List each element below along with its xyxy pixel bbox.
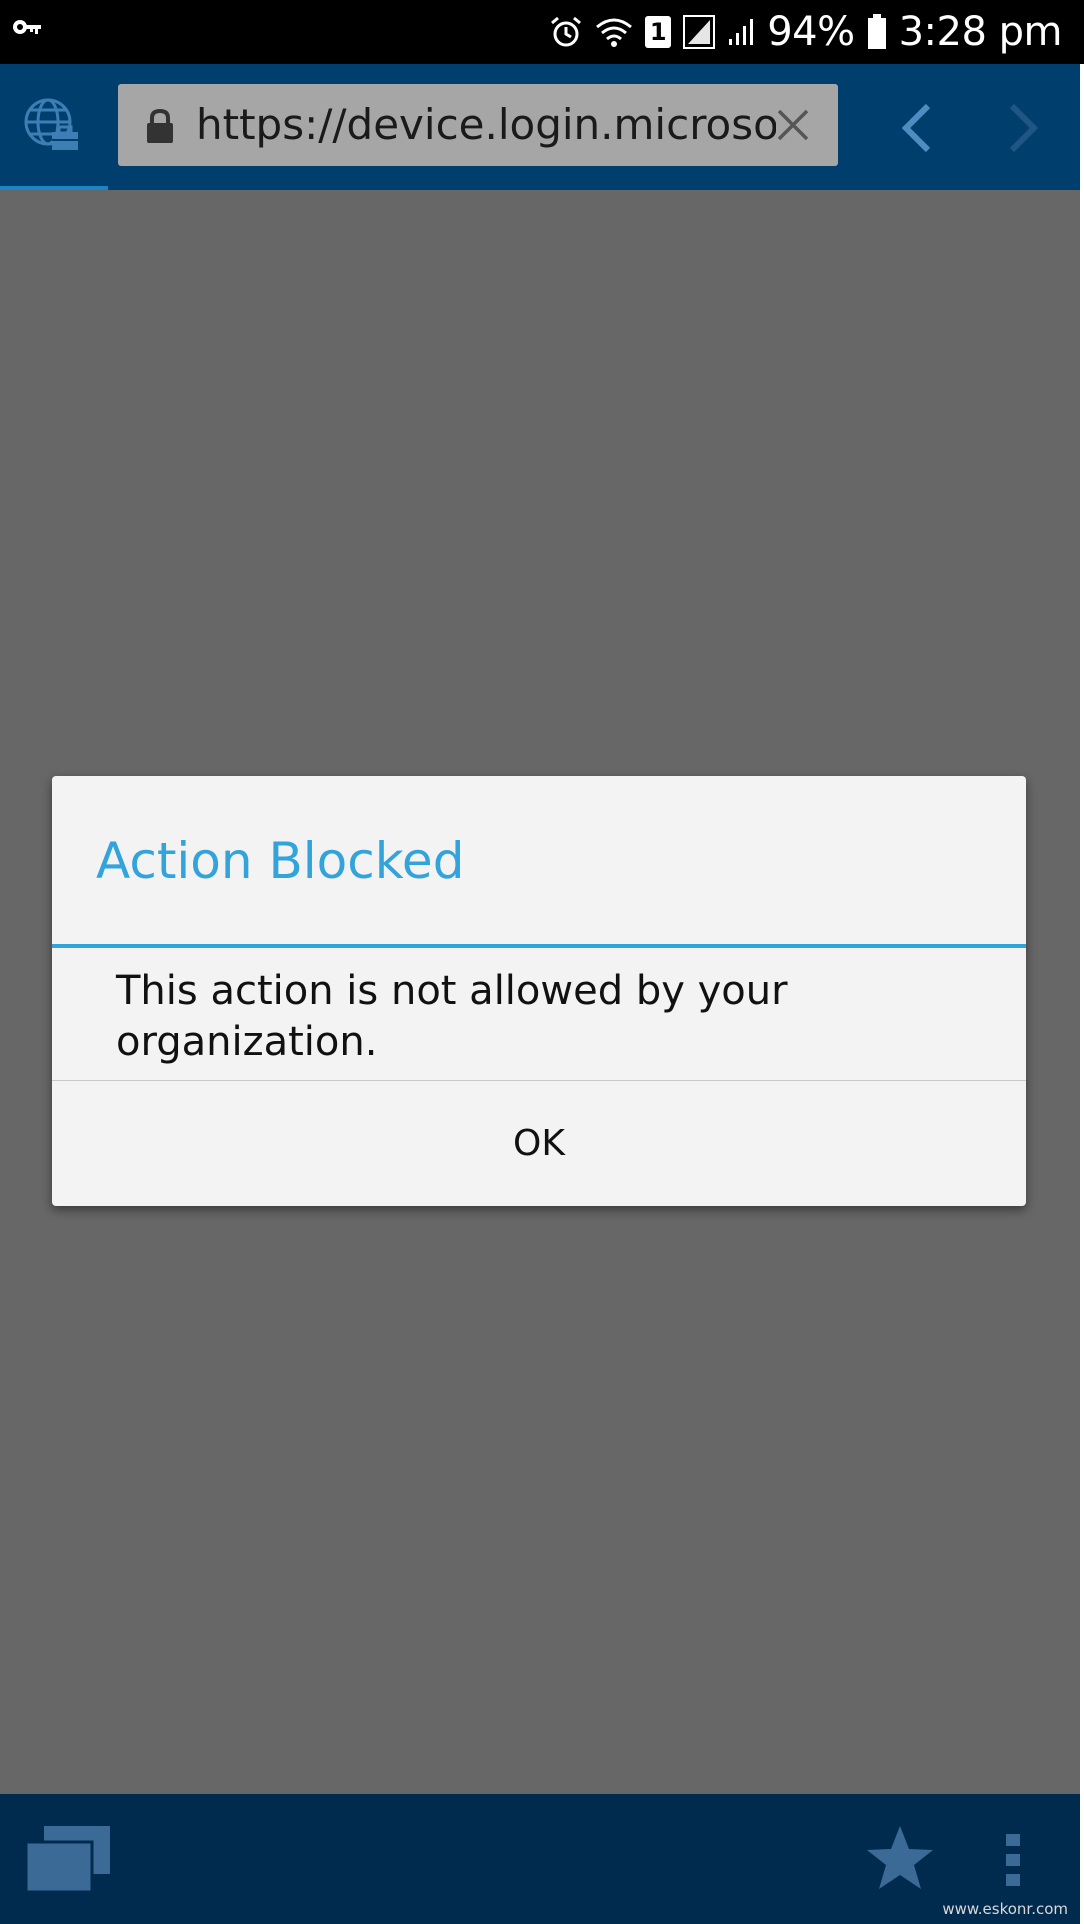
star-icon[interactable]: [864, 1822, 936, 1898]
alarm-icon: [549, 15, 583, 49]
forward-arrow-icon[interactable]: [1006, 102, 1042, 158]
sim-icon: 1: [645, 16, 672, 48]
dialog-message: This action is not allowed by your organ…: [116, 968, 788, 1065]
battery-percent: 94%: [767, 9, 855, 55]
battery-icon: [867, 14, 887, 50]
signal-icon: [727, 17, 755, 47]
lock-icon: [144, 108, 176, 148]
browser-toolbar: https://device.login.microsof: [0, 64, 1084, 194]
back-arrow-icon[interactable]: [898, 102, 934, 158]
address-bar[interactable]: https://device.login.microsof: [118, 84, 838, 166]
sim-label: 1: [649, 18, 667, 46]
clock: 3:28 pm: [898, 9, 1063, 55]
url-text[interactable]: https://device.login.microsof: [196, 100, 776, 149]
overflow-menu-icon[interactable]: [1004, 1832, 1024, 1892]
signal-icon: [683, 15, 716, 49]
wifi-icon: [595, 15, 633, 49]
clear-icon[interactable]: [776, 108, 810, 146]
dialog-title: Action Blocked: [96, 832, 465, 890]
watermark: www.eskonr.com: [942, 1900, 1068, 1918]
action-blocked-dialog: Action Blocked This action is not allowe…: [52, 776, 1026, 1206]
bottom-toolbar: www.eskonr.com: [0, 1794, 1080, 1924]
screen-edge: [1080, 64, 1084, 1924]
status-bar: 1 94% 3:28 pm: [0, 0, 1084, 64]
tabs-icon[interactable]: [24, 1824, 114, 1900]
globe-briefcase-icon[interactable]: [22, 96, 80, 158]
ok-button[interactable]: OK: [52, 1081, 1026, 1206]
vpn-key-icon: [12, 18, 42, 40]
title-divider: [52, 944, 1026, 948]
